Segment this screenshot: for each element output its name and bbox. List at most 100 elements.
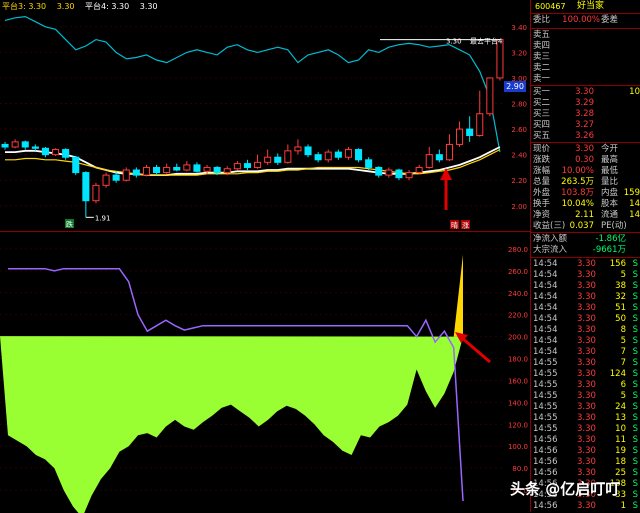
tick-volume: 50 xyxy=(615,314,626,324)
candle xyxy=(62,149,70,158)
candle xyxy=(243,163,251,168)
tick-time: 14:56 xyxy=(533,435,558,445)
tick-side: S xyxy=(632,380,638,390)
tick-time: 14:54 xyxy=(533,336,558,346)
buy-level-row-value: 3.27 xyxy=(575,120,594,130)
tick-row: 14:54 3.30 156 S xyxy=(531,259,640,270)
tick-row: 14:55 3.30 5 S xyxy=(531,391,640,402)
candle xyxy=(213,166,221,174)
sell-level-row: 卖一 xyxy=(531,74,640,85)
tick-row: 14:55 3.30 6 S xyxy=(531,380,640,391)
stock-code: 600467 xyxy=(535,2,566,11)
divider xyxy=(531,85,640,86)
quote-row-value: 263.5万 xyxy=(561,177,594,187)
tick-side: S xyxy=(632,402,638,412)
y-tick-label: 3.20 xyxy=(511,49,527,57)
tick-price: 3.30 xyxy=(577,314,596,324)
quote-row-label2: 最高 xyxy=(601,155,619,165)
candle xyxy=(11,141,19,148)
candle xyxy=(435,154,443,161)
candle xyxy=(476,113,484,136)
tick-row: 14:54 3.30 5 S xyxy=(531,336,640,347)
tick-volume: 38 xyxy=(615,281,626,291)
tick-side: S xyxy=(632,336,638,346)
sell-level-row-label: 卖一 xyxy=(533,74,551,84)
stock-header[interactable]: 600467 好当家 xyxy=(531,0,640,13)
candle xyxy=(294,146,302,152)
quote-row-value2: 159 xyxy=(623,188,640,198)
candle xyxy=(52,149,60,156)
flow-row-value: -9661万 xyxy=(592,245,626,255)
buy-level-row-value: 3.30 xyxy=(575,87,594,97)
tick-side: S xyxy=(632,259,638,269)
quote-panel: 600467 好当家 委比 100.00% 委差 卖五 卖四 卖三 卖二 卖一 买一 3.3… xyxy=(531,0,640,512)
pane-divider xyxy=(0,231,530,232)
candle xyxy=(72,156,80,174)
divider xyxy=(531,257,640,258)
buy-level-row: 买四 3.27 xyxy=(531,120,640,131)
candle xyxy=(304,146,312,156)
quote-row-value: 0.30 xyxy=(575,155,594,165)
signal-tag: 涨 xyxy=(462,221,469,230)
tick-time: 14:54 xyxy=(533,325,558,335)
y-tick-label: 2.80 xyxy=(511,101,527,109)
buy-level-row: 买二 3.29 xyxy=(531,98,640,109)
tick-volume: 7 xyxy=(620,358,626,368)
candle xyxy=(486,77,494,115)
tick-price: 3.30 xyxy=(577,501,596,511)
tick-side: S xyxy=(632,435,638,445)
quote-row: 净资 2.11 流通 14 xyxy=(531,210,640,221)
tick-time: 14:56 xyxy=(533,457,558,467)
tick-volume: 18 xyxy=(615,457,626,467)
quote-row-label2: PE(动) xyxy=(601,221,627,231)
quote-row-label2: 量比 xyxy=(601,177,619,187)
candle xyxy=(21,141,29,148)
y-tick-label: 240.0 xyxy=(508,290,528,298)
candle xyxy=(153,166,161,174)
candle xyxy=(142,166,150,176)
legend-item: 平台3: 3.30 xyxy=(2,2,47,11)
candle xyxy=(284,150,292,163)
tick-row: 14:54 3.30 38 S xyxy=(531,281,640,292)
candle xyxy=(163,166,171,174)
y-tick-label: 160.0 xyxy=(508,377,528,385)
flow-row: 大宗流入 -9661万 xyxy=(531,245,640,256)
tick-row: 14:54 3.30 8 S xyxy=(531,325,640,336)
candle xyxy=(122,169,130,181)
tick-price: 3.30 xyxy=(577,281,596,291)
tick-volume: 10 xyxy=(615,424,626,434)
tick-price: 3.30 xyxy=(577,259,596,269)
y-tick-label: 280.0 xyxy=(508,246,528,254)
tick-volume: 51 xyxy=(615,303,626,313)
tick-price: 3.30 xyxy=(577,292,596,302)
quote-row-value2: 14 xyxy=(629,210,640,220)
quote-row-label: 收益(三) xyxy=(533,221,566,231)
flow-row-label: 净流入额 xyxy=(533,234,568,244)
candle xyxy=(223,168,231,174)
buy-level-row-value2: 10 xyxy=(629,87,640,97)
tick-row: 14:54 3.30 7 S xyxy=(531,347,640,358)
tick-side: S xyxy=(632,468,638,478)
sell-level-row-label: 卖五 xyxy=(533,30,551,40)
quote-row: 收益(三) 0.037 PE(动) xyxy=(531,221,640,232)
tick-side: S xyxy=(632,358,638,368)
tick-side: S xyxy=(632,325,638,335)
flow-row: 净流入额 -1.86亿 xyxy=(531,234,640,245)
quote-row-label2: 流通 xyxy=(601,210,619,220)
indicator-chart: 280.0 260.0 240.0 220.0 200.0 180.0 160.0 140.0… xyxy=(0,246,528,513)
tick-volume: 8 xyxy=(620,325,626,335)
buy-level-row: 买一 3.30 10 xyxy=(531,87,640,98)
buy-level-row-label: 买四 xyxy=(533,120,551,130)
tick-row: 14:55 3.30 24 S xyxy=(531,402,640,413)
y-tick-label: 140.0 xyxy=(508,399,528,407)
tick-time: 14:55 xyxy=(533,380,558,390)
y-tick-label: 260.0 xyxy=(508,268,528,276)
sell-level-row: 卖三 xyxy=(531,52,640,63)
tick-volume: 19 xyxy=(615,446,626,456)
order-ratio-value: 100.00% xyxy=(562,15,600,25)
quote-row-label: 净资 xyxy=(533,210,551,220)
chart-legend: 平台3: 3.30 3.30 平台4: 3.30 3.30 xyxy=(2,1,166,12)
quote-row-value: 0.037 xyxy=(569,221,594,231)
quote-row: 换手 10.04% 股本 14 xyxy=(531,199,640,210)
candle xyxy=(233,163,241,170)
